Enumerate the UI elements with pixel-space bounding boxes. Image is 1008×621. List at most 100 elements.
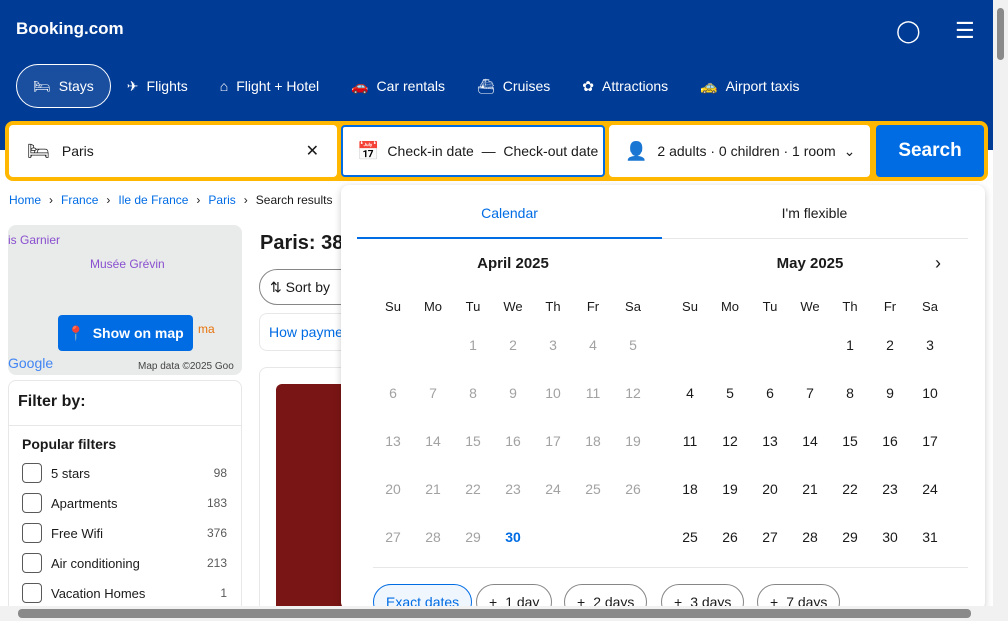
calendar-day[interactable]: 24 <box>912 481 948 497</box>
filter-label: Air conditioning <box>51 555 140 571</box>
nav-cruises[interactable]: ⛴ Cruises <box>461 64 566 108</box>
weekday-label: We <box>800 299 820 314</box>
destination-field[interactable]: 🛏 Paris ✕ <box>9 125 337 177</box>
calendar-day[interactable]: 25 <box>672 529 708 545</box>
checkbox[interactable] <box>22 463 42 483</box>
checkbox[interactable] <box>22 553 42 573</box>
calendar-day[interactable]: 5 <box>712 385 748 401</box>
calendar-day[interactable]: 14 <box>792 433 828 449</box>
breadcrumb-item[interactable]: Ile de France <box>118 193 188 207</box>
weekday-label: Th <box>545 299 561 314</box>
dates-field[interactable]: 📅 Check-in date — Check-out date <box>341 125 605 177</box>
calendar-day[interactable]: 12 <box>712 433 748 449</box>
calendar-day[interactable]: 27 <box>752 529 788 545</box>
weekday-label: Fr <box>883 299 897 314</box>
filter-option[interactable]: Vacation Homes 1 <box>22 583 227 603</box>
filters-panel: Filter by: Popular filters 5 stars 98 Apar… <box>8 380 242 620</box>
calendar-day-today[interactable]: 30 <box>495 529 531 545</box>
filter-option[interactable]: Free Wifi 376 <box>22 523 227 543</box>
calendar-day[interactable]: 28 <box>792 529 828 545</box>
weekday-label: Sa <box>922 299 938 314</box>
tab-flexible[interactable]: I'm flexible <box>662 205 967 221</box>
search-button[interactable]: Search <box>876 125 984 177</box>
month-title: May 2025 <box>776 255 844 272</box>
guests-field[interactable]: 👤 2 adults · 0 children · 1 room ⌄ <box>609 125 870 177</box>
account-icon[interactable]: ◯ <box>896 18 921 44</box>
show-on-map-button[interactable]: 📍 Show on map <box>58 315 193 351</box>
calendar-day: 1 <box>469 337 477 353</box>
nav-flights[interactable]: ✈ Flights <box>111 64 204 108</box>
calendar-day[interactable]: 22 <box>832 481 868 497</box>
filter-option[interactable]: Apartments 183 <box>22 493 227 513</box>
vertical-scrollbar[interactable] <box>993 0 1008 621</box>
bed-icon: 🛏 <box>33 77 51 94</box>
calendar-day[interactable]: 11 <box>672 433 708 449</box>
pin-icon: 📍 <box>67 324 85 341</box>
calendar-day: 22 <box>465 481 481 497</box>
breadcrumb-item[interactable]: Home <box>9 193 41 207</box>
calendar-day[interactable]: 23 <box>872 481 908 497</box>
nav-label: Flight + Hotel <box>236 78 320 94</box>
calendar-day: 17 <box>545 433 561 449</box>
plane-icon: ✈ <box>126 77 139 94</box>
calendar-day[interactable]: 30 <box>872 529 908 545</box>
calendar-day[interactable]: 1 <box>832 337 868 353</box>
horizontal-scrollbar[interactable] <box>0 606 993 621</box>
breadcrumb-item[interactable]: France <box>61 193 98 207</box>
filter-count: 1 <box>220 586 227 600</box>
divider <box>9 425 241 426</box>
calendar-day[interactable]: 9 <box>872 385 908 401</box>
map-label: is Garnier <box>8 233 61 247</box>
tab-calendar[interactable]: Calendar <box>357 205 662 221</box>
calendar-day[interactable]: 16 <box>872 433 908 449</box>
map-label: ma <box>198 322 215 336</box>
calendar-day[interactable]: 6 <box>752 385 788 401</box>
clear-icon[interactable]: ✕ <box>306 141 319 161</box>
nav-car-rentals[interactable]: 🚗 Car rentals <box>335 64 461 108</box>
calendar-day[interactable]: 2 <box>872 337 908 353</box>
calendar-day: 2 <box>509 337 517 353</box>
nav-attractions[interactable]: ✿ Attractions <box>566 64 684 108</box>
breadcrumb-item[interactable]: Paris <box>208 193 235 207</box>
calendar-day[interactable]: 31 <box>912 529 948 545</box>
calendar-day[interactable]: 7 <box>792 385 828 401</box>
checkbox[interactable] <box>22 493 42 513</box>
calendar-day[interactable]: 10 <box>912 385 948 401</box>
calendar-day[interactable]: 3 <box>912 337 948 353</box>
nav-airport-taxis[interactable]: 🚕 Airport taxis <box>684 64 815 108</box>
nav-flight-hotel[interactable]: ⌂ Flight + Hotel <box>204 64 335 108</box>
menu-icon[interactable]: ☰ <box>955 18 975 44</box>
calendar-day[interactable]: 26 <box>712 529 748 545</box>
calendar-day[interactable]: 19 <box>712 481 748 497</box>
calendar-day: 18 <box>585 433 601 449</box>
logo[interactable]: Booking.com <box>16 19 124 39</box>
calendar-day[interactable]: 21 <box>792 481 828 497</box>
calendar-day[interactable]: 15 <box>832 433 868 449</box>
calendar-day: 27 <box>385 529 401 545</box>
calendar-day[interactable]: 13 <box>752 433 788 449</box>
filter-count: 376 <box>206 526 227 540</box>
calendar-day[interactable]: 8 <box>832 385 868 401</box>
calendar-day: 14 <box>425 433 441 449</box>
google-logo: Google <box>8 355 54 371</box>
calendar-day[interactable]: 20 <box>752 481 788 497</box>
calendar-day[interactable]: 29 <box>832 529 868 545</box>
nav-stays[interactable]: 🛏 Stays <box>16 64 111 108</box>
weekday-label: We <box>503 299 523 314</box>
nav-label: Flights <box>146 78 188 94</box>
attractions-icon: ✿ <box>582 77 594 94</box>
nav-bar: 🛏 Stays ✈ Flights ⌂ Flight + Hotel 🚗 Car rental… <box>16 64 816 108</box>
calendar-day: 6 <box>389 385 397 401</box>
guests-value: 2 adults · 0 children · 1 room <box>657 143 836 159</box>
filter-option[interactable]: Air conditioning 213 <box>22 553 227 573</box>
checkbox[interactable] <box>22 583 42 603</box>
calendar-day[interactable]: 4 <box>672 385 708 401</box>
calendar-day[interactable]: 18 <box>672 481 708 497</box>
filters-section-title: Popular filters <box>22 436 117 452</box>
map-preview[interactable]: is Garnier Musée Grévin ma 📍 Show on map … <box>8 225 242 375</box>
destination-value: Paris <box>61 143 94 159</box>
filter-option[interactable]: 5 stars 98 <box>22 463 227 483</box>
calendar-day[interactable]: 17 <box>912 433 948 449</box>
calendar-day: 8 <box>469 385 477 401</box>
checkbox[interactable] <box>22 523 42 543</box>
